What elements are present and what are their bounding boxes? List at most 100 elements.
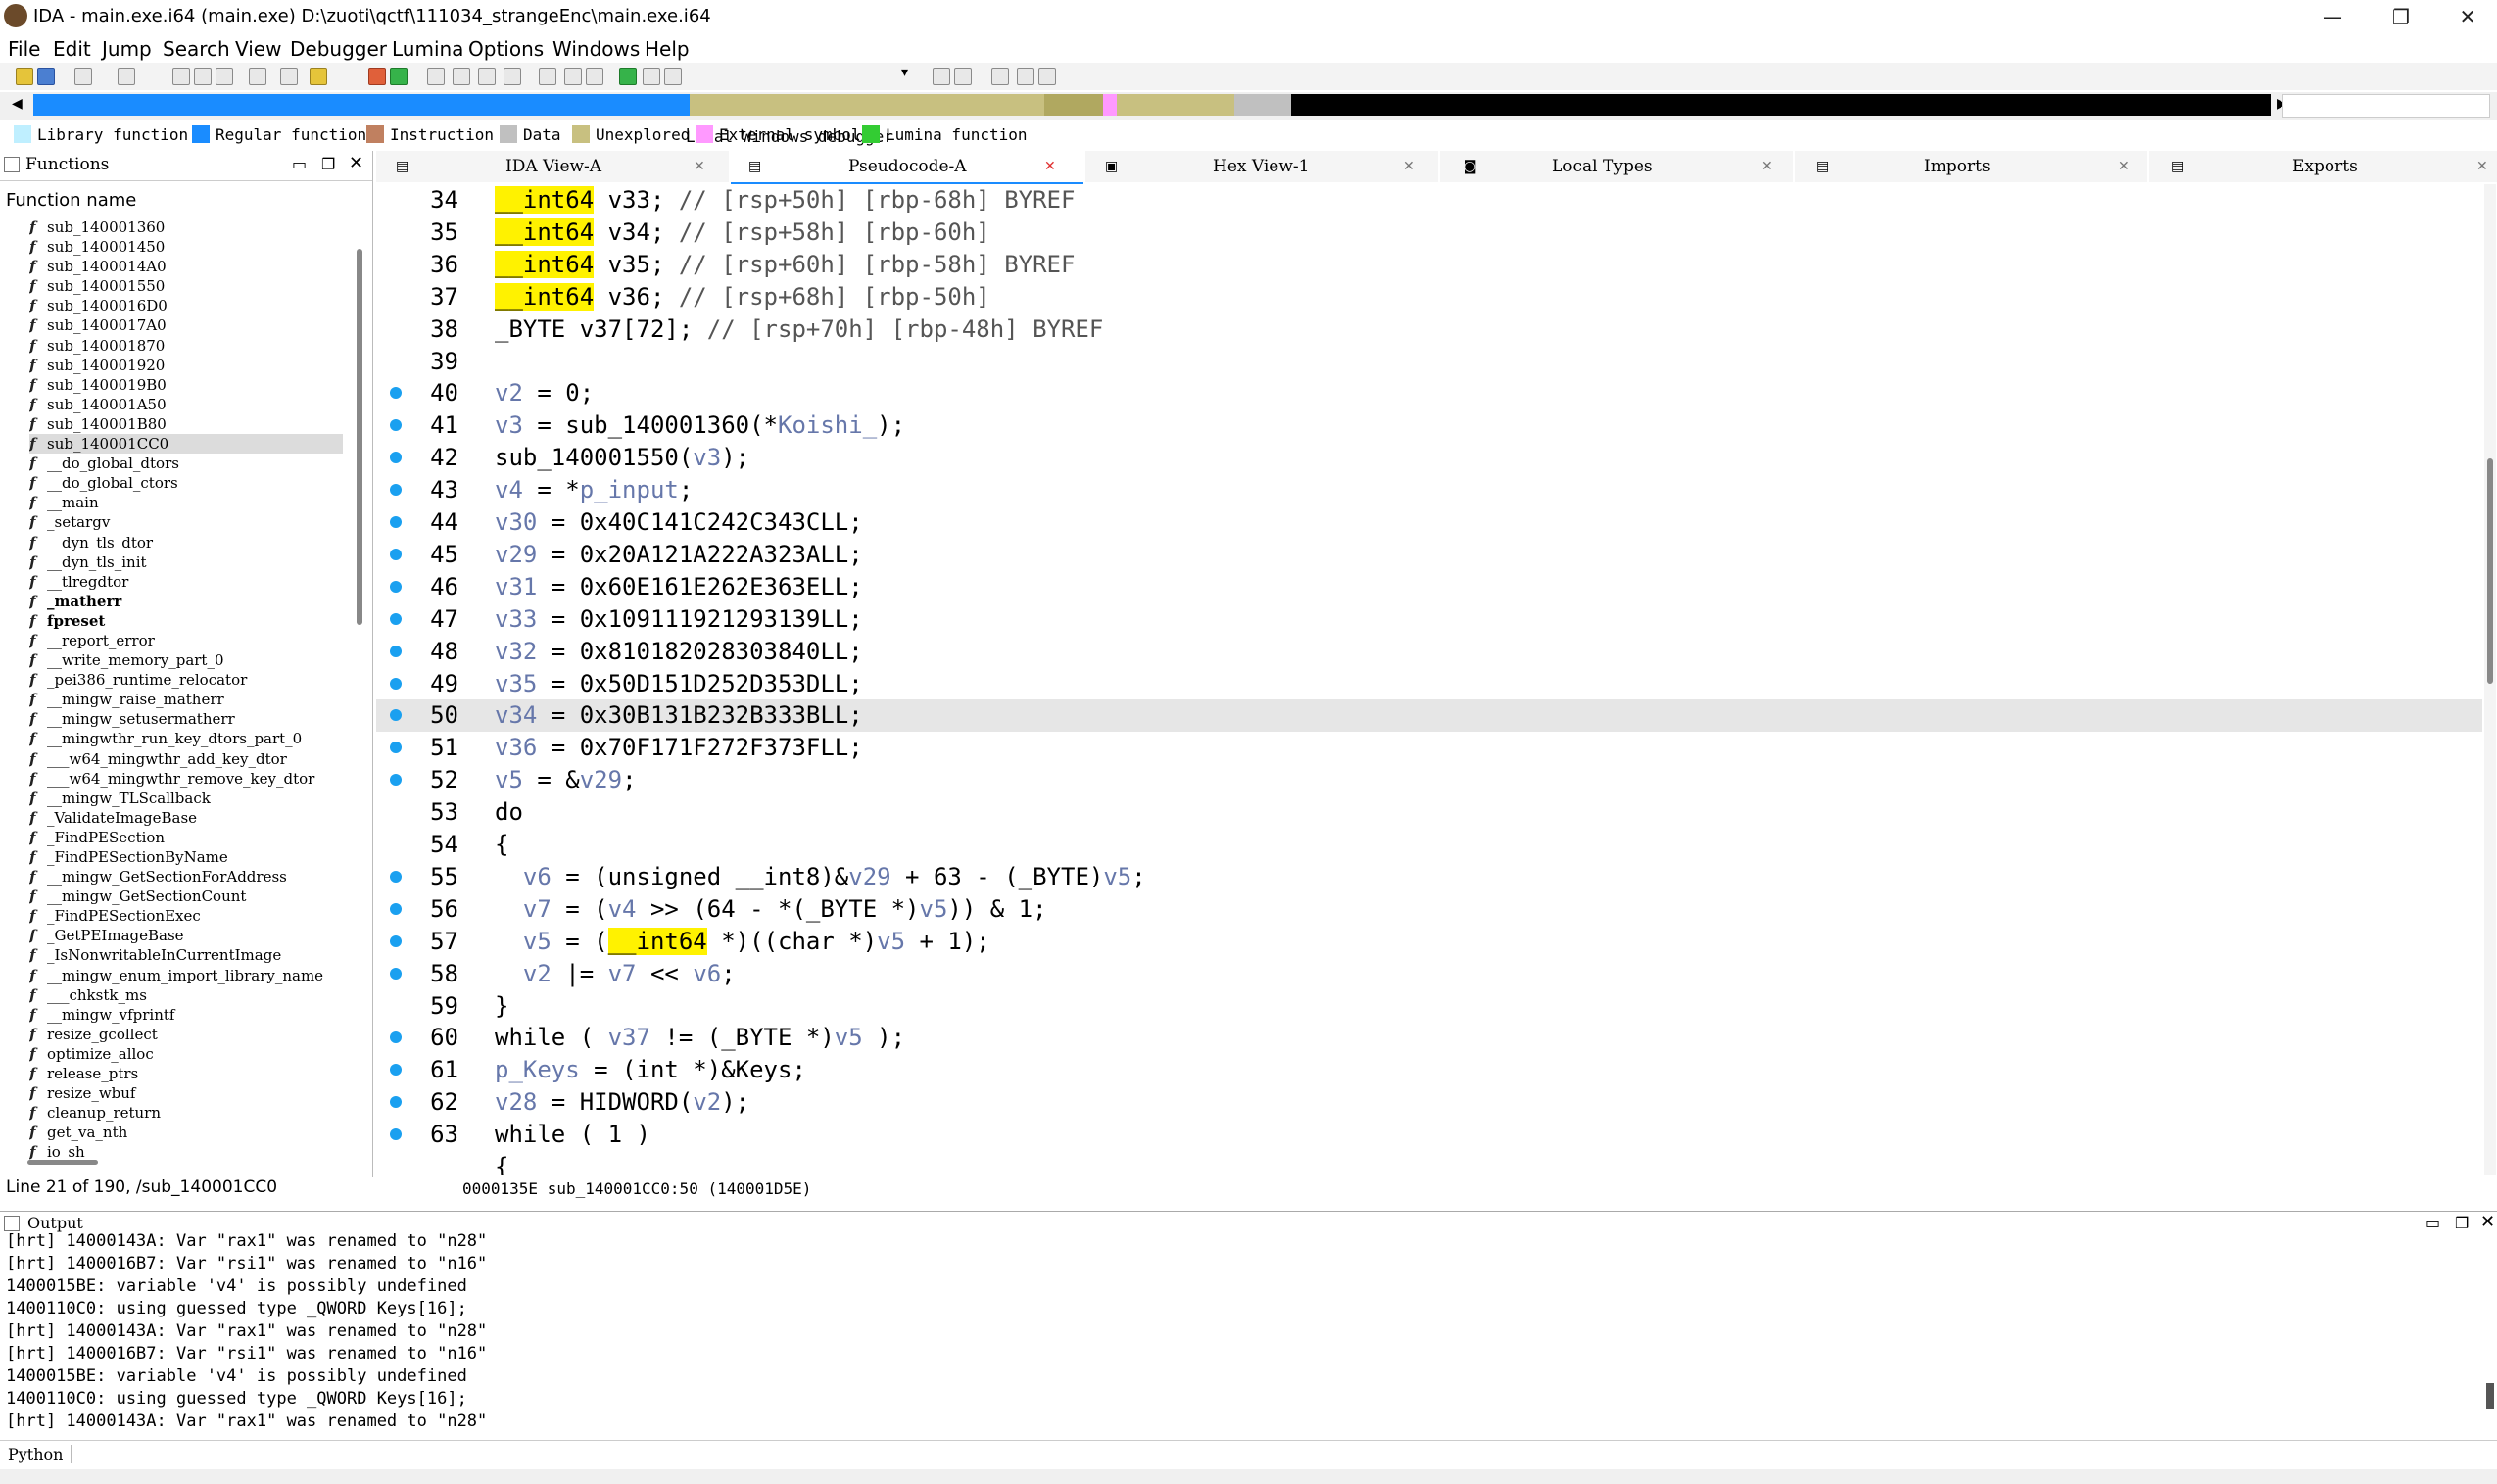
pseudocode-view[interactable]: 34 __int64 v33; // [rsp+50h] [rbp-68h] BY… [376, 184, 2482, 1175]
menu-debugger[interactable]: Debugger [290, 37, 387, 61]
nav-left-icon[interactable]: ◀ [12, 96, 23, 112]
undefine-icon[interactable] [539, 68, 556, 85]
pane-close-icon[interactable]: ✕ [2480, 1212, 2495, 1232]
forward-icon[interactable] [118, 68, 135, 85]
function-list-item[interactable]: f __mingw_GetSectionForAddress [29, 867, 343, 886]
menu-view[interactable]: View [235, 37, 281, 61]
function-name-column-header[interactable]: Function name [6, 190, 136, 211]
menu-lumina[interactable]: Lumina [392, 37, 463, 61]
code-line[interactable]: { [376, 1151, 2482, 1175]
code-line[interactable]: 55 v6 = (unsigned __int8)&v29 + 63 - (_B… [376, 861, 2482, 893]
tab-hex-view-1[interactable]: ▣ Hex View-1 ✕ [1085, 151, 1438, 182]
stop-icon[interactable] [664, 68, 682, 85]
function-list-item[interactable]: f __mingwthr_run_key_dtors_part_0 [29, 729, 343, 748]
function-list-item[interactable]: f optimize_alloc [29, 1044, 343, 1064]
save-icon[interactable] [37, 68, 55, 85]
array-icon[interactable] [504, 68, 521, 85]
menu-search[interactable]: Search [163, 37, 230, 61]
code-line[interactable]: 50 v34 = 0x30B131B232B333BLL; [376, 699, 2482, 733]
function-list-item[interactable]: f sub_140001A50 [29, 395, 343, 414]
function-list-item[interactable]: f _FindPESectionByName [29, 847, 343, 867]
pseudocode-scrollbar[interactable] [2484, 184, 2496, 1175]
code-line[interactable]: 54 { [376, 829, 2482, 861]
tab-close-icon[interactable]: ✕ [2118, 151, 2130, 182]
copy-icon[interactable] [249, 68, 266, 85]
menu-jump[interactable]: Jump [102, 37, 152, 61]
step-into-icon[interactable] [933, 68, 950, 85]
lumina-icon[interactable] [390, 68, 408, 85]
function-list-item[interactable]: f __report_error [29, 631, 343, 650]
function-list-item[interactable]: f sub_140001870 [29, 336, 343, 356]
cli-input[interactable] [78, 1443, 2488, 1466]
code-line[interactable]: 61 p_Keys = (int *)&Keys; [376, 1054, 2482, 1086]
function-list-item[interactable]: f __do_global_ctors [29, 473, 343, 493]
code-line[interactable]: 49 v35 = 0x50D151D252D353DLL; [376, 668, 2482, 700]
function-list-item[interactable]: f ___w64_mingwthr_remove_key_dtor [29, 769, 343, 789]
menu-file[interactable]: File [8, 37, 40, 61]
function-list-item[interactable]: f resize_wbuf [29, 1083, 343, 1103]
code-line[interactable]: 34 __int64 v33; // [rsp+50h] [rbp-68h] BY… [376, 184, 2482, 216]
menu-options[interactable]: Options [468, 37, 544, 61]
code-line[interactable]: 45 v29 = 0x20A121A222A323ALL; [376, 539, 2482, 571]
function-list-item[interactable]: f _FindPESection [29, 828, 343, 847]
function-list-item[interactable]: f cleanup_return [29, 1103, 343, 1123]
search-binary-icon[interactable] [216, 68, 233, 85]
code-line[interactable]: 47 v33 = 0x109111921293139LL; [376, 603, 2482, 636]
code-line[interactable]: 52 v5 = &v29; [376, 764, 2482, 796]
tab-exports[interactable]: ▤ Exports ✕ [2149, 151, 2497, 182]
code-icon[interactable] [427, 68, 445, 85]
code-line[interactable]: 36 __int64 v35; // [rsp+60h] [rbp-58h] BY… [376, 249, 2482, 281]
function-list-item[interactable]: f ___chkstk_ms [29, 985, 343, 1005]
search-text-icon[interactable] [194, 68, 212, 85]
start-debugger-icon[interactable] [619, 68, 637, 85]
code-line[interactable]: 39 [376, 346, 2482, 378]
function-list-item[interactable]: f _FindPESectionExec [29, 906, 343, 926]
maximize-button[interactable]: ❐ [2373, 0, 2429, 33]
code-line[interactable]: 62 v28 = HIDWORD(v2); [376, 1086, 2482, 1119]
code-line[interactable]: 60 while ( v37 != (_BYTE *)v5 ); [376, 1022, 2482, 1054]
output-scrollbar-thumb[interactable] [2486, 1383, 2494, 1409]
function-list-item[interactable]: f sub_1400017A0 [29, 315, 343, 335]
function-list-item[interactable]: f __do_global_dtors [29, 454, 343, 473]
tab-close-icon[interactable]: ✕ [2476, 151, 2488, 182]
code-line[interactable]: 37 __int64 v36; // [rsp+68h] [rbp-50h] [376, 281, 2482, 313]
pane-float-icon[interactable]: ❐ [2455, 1214, 2469, 1232]
list-icon[interactable] [1017, 68, 1034, 85]
back-icon[interactable] [74, 68, 92, 85]
function-list-item[interactable]: f _ValidateImageBase [29, 808, 343, 828]
function-list-item[interactable]: f __dyn_tls_init [29, 552, 343, 572]
listview-icon[interactable] [1038, 68, 1056, 85]
struct-icon[interactable] [478, 68, 496, 85]
function-list-item[interactable]: f release_ptrs [29, 1064, 343, 1083]
function-list-item[interactable]: f resize_gcollect [29, 1025, 343, 1044]
function-list-item[interactable]: f _pei386_runtime_relocator [29, 670, 343, 690]
code-line[interactable]: 51 v36 = 0x70F171F272F373FLL; [376, 732, 2482, 764]
function-list-item[interactable]: f __write_memory_part_0 [29, 650, 343, 670]
pane-restore-icon[interactable]: ▭ [292, 155, 307, 173]
code-line[interactable]: 59} [376, 990, 2482, 1023]
binoculars-icon[interactable] [172, 68, 190, 85]
function-list-item[interactable]: f _IsNonwritableInCurrentImage [29, 945, 343, 965]
menu-windows[interactable]: Windows [552, 37, 640, 61]
text-icon[interactable] [310, 68, 327, 85]
function-list-item[interactable]: f __mingw_setusermatherr [29, 709, 343, 729]
code-line[interactable]: 35 __int64 v34; // [rsp+58h] [rbp-60h] [376, 216, 2482, 249]
function-list-item[interactable]: f __main [29, 493, 343, 512]
navigation-band[interactable]: ◀ ▶ [0, 92, 2497, 120]
hide-icon[interactable] [564, 68, 582, 85]
function-list-item[interactable]: f sub_1400019B0 [29, 375, 343, 395]
function-list-item[interactable]: f sub_1400016D0 [29, 296, 343, 315]
function-list-item[interactable]: f sub_140001450 [29, 237, 343, 257]
function-list-item[interactable]: f sub_1400014A0 [29, 257, 343, 276]
pane-restore-icon[interactable]: ▭ [2425, 1214, 2440, 1232]
code-line[interactable]: 57 v5 = (__int64 *)((char *)v5 + 1); [376, 926, 2482, 958]
code-line[interactable]: 44 v30 = 0x40C141C242C343CLL; [376, 506, 2482, 539]
function-list-item[interactable]: f __mingw_vfprintf [29, 1005, 343, 1025]
step-over-icon[interactable] [954, 68, 972, 85]
code-line[interactable]: 56 v7 = (v4 >> (64 - *(_BYTE *)v5)) & 1; [376, 893, 2482, 926]
function-list-item[interactable]: f _matherr [29, 592, 343, 611]
tab-imports[interactable]: ▤ Imports ✕ [1795, 151, 2147, 182]
function-list-item[interactable]: f sub_140001920 [29, 356, 343, 375]
close-window-button[interactable]: ✕ [2439, 0, 2496, 33]
function-list-item[interactable]: f sub_140001CC0 [29, 434, 343, 455]
